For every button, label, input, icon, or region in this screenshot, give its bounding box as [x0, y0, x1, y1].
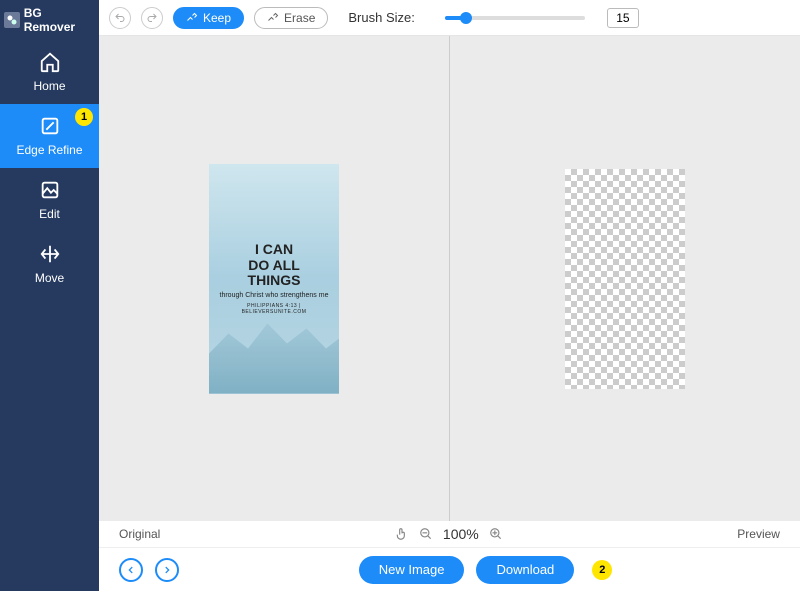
toolbar: Keep Erase Brush Size: 15 [99, 0, 800, 36]
annotation-badge-2: 2 [592, 560, 612, 580]
prev-button[interactable] [119, 558, 143, 582]
download-label: Download [496, 562, 554, 577]
original-label: Original [119, 527, 160, 541]
preview-pane [450, 36, 800, 521]
zoom-controls: 100% [395, 526, 503, 542]
split-view: I CAN DO ALL THINGS through Christ who s… [99, 36, 800, 521]
image-text-line2: DO ALL [248, 258, 300, 273]
sidebar-item-label: Move [35, 271, 64, 285]
keep-label: Keep [203, 11, 231, 25]
move-icon [39, 243, 61, 265]
erase-button[interactable]: Erase [254, 7, 328, 29]
brush-size-value[interactable]: 15 [607, 8, 639, 28]
image-text-sub: through Christ who strengthens me [220, 292, 329, 299]
new-image-label: New Image [379, 562, 445, 577]
edge-refine-icon [39, 115, 61, 137]
original-image[interactable]: I CAN DO ALL THINGS through Christ who s… [209, 164, 339, 394]
home-icon [39, 51, 61, 73]
redo-button[interactable] [141, 7, 163, 29]
keep-button[interactable]: Keep [173, 7, 244, 29]
app-logo-icon [4, 12, 20, 28]
app-title: BG Remover [0, 0, 99, 40]
edit-icon [39, 179, 61, 201]
next-button[interactable] [155, 558, 179, 582]
sidebar-item-move[interactable]: Move [0, 232, 99, 296]
sidebar: BG Remover Home 1 Edge Refine Edit Mov [0, 0, 99, 591]
brush-size-label: Brush Size: [348, 10, 414, 25]
original-pane: I CAN DO ALL THINGS through Christ who s… [99, 36, 449, 521]
preview-image-transparent[interactable] [565, 169, 685, 389]
main-area: Keep Erase Brush Size: 15 I [99, 0, 800, 591]
labels-bar: Original 100% Preview [99, 521, 800, 547]
hand-tool-icon[interactable] [395, 527, 409, 541]
sidebar-item-edge-refine[interactable]: 1 Edge Refine [0, 104, 99, 168]
footer: New Image Download 2 [99, 547, 800, 591]
brush-size-slider[interactable] [445, 16, 585, 20]
annotation-badge-1: 1 [75, 108, 93, 126]
sidebar-item-home[interactable]: Home [0, 40, 99, 104]
sidebar-item-label: Edit [39, 207, 60, 221]
new-image-button[interactable]: New Image [359, 556, 465, 584]
download-button[interactable]: Download [476, 556, 574, 584]
zoom-value: 100% [443, 526, 479, 542]
zoom-out-icon[interactable] [419, 527, 433, 541]
image-text-line3: THINGS [248, 273, 301, 288]
erase-icon [267, 12, 279, 24]
image-text-line1: I CAN [255, 242, 293, 257]
sidebar-item-edit[interactable]: Edit [0, 168, 99, 232]
sidebar-item-label: Home [33, 79, 65, 93]
keep-icon [186, 12, 198, 24]
zoom-in-icon[interactable] [489, 527, 503, 541]
app-title-text: BG Remover [24, 6, 95, 34]
sidebar-item-label: Edge Refine [16, 143, 82, 157]
erase-label: Erase [284, 11, 315, 25]
preview-label: Preview [737, 527, 780, 541]
undo-button[interactable] [109, 7, 131, 29]
image-text-tiny: PHILIPPIANS 4:13 | BELIEVERSUNITE.COM [217, 303, 331, 315]
